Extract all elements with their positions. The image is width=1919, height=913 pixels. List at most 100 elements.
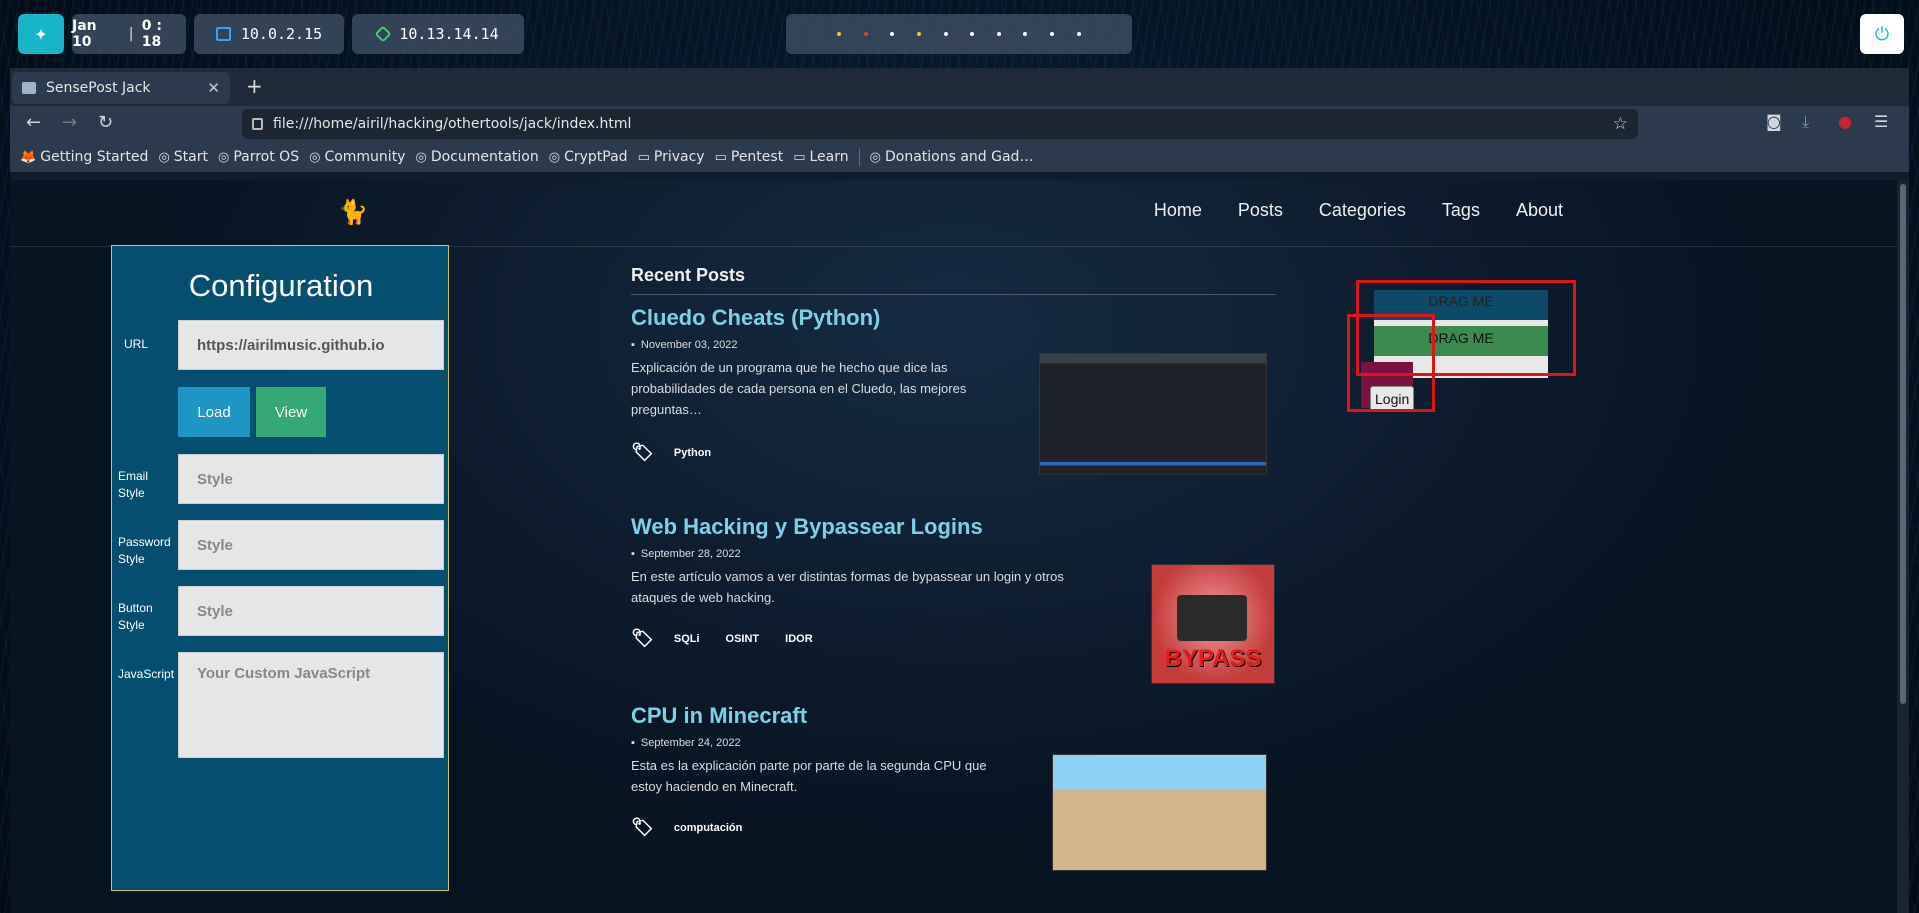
password-style-input[interactable]: Style	[178, 520, 444, 570]
vpn-ip-indicator[interactable]: 10.13.14.14	[352, 14, 524, 54]
scrollbar-thumb[interactable]	[1900, 184, 1906, 704]
bookmark-item[interactable]: ◎ Documentation	[415, 149, 538, 165]
highlight-box	[1347, 314, 1435, 412]
tag-idor[interactable]: IDOR	[785, 633, 813, 645]
globe-icon: ◎	[415, 149, 427, 165]
vpn-cube-icon	[374, 25, 392, 43]
workspace-dot[interactable]	[1050, 32, 1055, 36]
bookmark-item[interactable]: ▭ Learn	[793, 149, 848, 165]
bookmark-label: Start	[173, 149, 208, 165]
tag-osint[interactable]: OSINT	[726, 633, 760, 645]
extension-icon[interactable]: ●	[1838, 112, 1852, 131]
button-style-label: Button Style	[118, 601, 153, 632]
url-input[interactable]: https://airilmusic.github.io	[178, 320, 444, 370]
post-date: September 28, 2022	[631, 548, 1276, 560]
globe-icon: ◎	[158, 149, 170, 165]
javascript-textarea[interactable]: Your Custom JavaScript	[178, 652, 444, 758]
globe-icon: ◎	[548, 149, 561, 165]
workspace-dot[interactable]	[996, 32, 1001, 36]
bookmark-item[interactable]: ▭ Pentest	[715, 149, 784, 165]
post-thumbnail-minecraft[interactable]	[1052, 754, 1267, 871]
forward-icon[interactable]: →	[62, 112, 77, 133]
tag-computacion[interactable]: computación	[674, 822, 742, 834]
post-date: September 24, 2022	[631, 737, 1276, 749]
folder-icon: ▭	[714, 149, 727, 165]
page-scrollbar[interactable]	[1897, 180, 1909, 913]
globe-icon: 🦊	[20, 149, 37, 165]
bookmark-label: Learn	[809, 149, 849, 165]
bookmark-item[interactable]: ▭ Privacy	[638, 149, 705, 165]
globe-icon: ◎	[309, 149, 321, 165]
workspace-dot[interactable]	[837, 32, 842, 36]
post-title[interactable]: Cluedo Cheats (Python)	[631, 305, 1276, 331]
button-style-input[interactable]: Style	[178, 586, 444, 636]
tab-sensepost-jack[interactable]: SensePost Jack ✕	[12, 72, 230, 104]
workspace-dot[interactable]	[1076, 32, 1081, 36]
post-item: Cluedo Cheats (Python) November 03, 2022…	[631, 305, 1276, 475]
workspace-dot[interactable]	[917, 32, 922, 36]
time-text: 0 : 18	[141, 18, 162, 50]
tab-bar: SensePost Jack ✕ +	[10, 68, 1909, 106]
reload-icon[interactable]: ↻	[98, 112, 113, 133]
workspace-dot[interactable]	[970, 32, 975, 36]
clock[interactable]: Jan 10 | 0 : 18	[72, 14, 186, 54]
local-ip-text: 10.0.2.15	[240, 25, 323, 43]
parrot-icon: ✦	[34, 24, 48, 44]
nav-link-categories[interactable]: Categories	[1319, 200, 1406, 221]
bookmark-item[interactable]: ◎ CryptPad	[549, 149, 628, 165]
nav-link-posts[interactable]: Posts	[1238, 200, 1283, 221]
post-tags: 🏷 SQLi OSINT IDOR	[631, 628, 813, 649]
nav-link-tags[interactable]: Tags	[1442, 200, 1480, 221]
bookmark-item[interactable]: ◎ Parrot OS	[218, 149, 299, 165]
workspace-switcher[interactable]	[786, 14, 1132, 54]
view-button[interactable]: View	[256, 387, 326, 437]
workspace-dot[interactable]	[943, 32, 948, 36]
bookmark-item[interactable]: ◎ Community	[309, 149, 405, 165]
post-thumbnail-bypass[interactable]: BYPASS	[1151, 564, 1275, 684]
app-menu-button[interactable]: ✦	[18, 14, 64, 54]
post-title[interactable]: CPU in Minecraft	[631, 703, 1276, 729]
local-ip-indicator[interactable]: 10.0.2.15	[194, 14, 344, 54]
url-bar[interactable]: file:///home/airil/hacking/othertools/ja…	[242, 109, 1638, 139]
post-date: November 03, 2022	[631, 339, 1276, 351]
bookmark-label: CryptPad	[564, 149, 628, 165]
tab-title: SensePost Jack	[46, 80, 151, 96]
post-excerpt: Explicación de un programa que he hecho …	[631, 360, 967, 417]
close-tab-icon[interactable]: ✕	[207, 79, 220, 97]
bookmark-item[interactable]: ◎ Start	[158, 149, 208, 165]
load-button[interactable]: Load	[178, 387, 250, 437]
folder-icon: ▭	[793, 149, 806, 165]
nav-link-about[interactable]: About	[1516, 200, 1563, 221]
workspace-dot[interactable]	[1023, 32, 1028, 36]
tag-python[interactable]: Python	[674, 447, 711, 459]
back-icon[interactable]: ←	[26, 112, 41, 133]
tags-icon: 🏷	[631, 817, 654, 837]
configuration-panel: Configuration URL https://airilmusic.git…	[111, 245, 449, 891]
nav-link-home[interactable]: Home	[1154, 200, 1202, 221]
menu-hamburger-icon[interactable]: ☰	[1874, 112, 1888, 131]
new-tab-icon[interactable]: +	[246, 74, 263, 98]
post-excerpt: En este artículo vamos a ver distintas f…	[631, 569, 1064, 605]
bookmark-star-icon[interactable]: ☆	[1613, 114, 1628, 134]
downloads-icon[interactable]: ⤓	[1802, 112, 1809, 132]
monitor-icon	[215, 27, 231, 41]
power-button[interactable]: ⏻	[1860, 14, 1904, 54]
web-page: 🐈 Home Posts Categories Tags About Configura…	[10, 180, 1897, 913]
bookmark-label: Privacy	[653, 149, 705, 165]
bookmark-label: Parrot OS	[233, 149, 300, 165]
bookmark-item[interactable]: ◎ Donations and Gad…	[870, 149, 1034, 165]
post-title[interactable]: Web Hacking y Bypassear Logins	[631, 514, 1276, 540]
email-style-input[interactable]: Style	[178, 454, 444, 504]
workspace-dot[interactable]	[863, 32, 868, 36]
post-tags: 🏷 Python	[631, 442, 711, 463]
bookmark-separator	[858, 148, 860, 166]
tag-sqli[interactable]: SQLi	[674, 633, 700, 645]
post-thumbnail-code[interactable]	[1039, 353, 1267, 475]
pocket-icon[interactable]: ◙	[1766, 112, 1782, 131]
javascript-label: JavaScript	[118, 667, 175, 681]
workspace-dot[interactable]	[890, 32, 895, 36]
site-logo[interactable]: 🐈	[338, 198, 368, 226]
browser-window: SensePost Jack ✕ + ← → ↻ file:///home/ai…	[10, 68, 1909, 913]
power-icon: ⏻	[1874, 23, 1890, 45]
bookmark-item[interactable]: 🦊 Getting Started	[20, 149, 148, 165]
